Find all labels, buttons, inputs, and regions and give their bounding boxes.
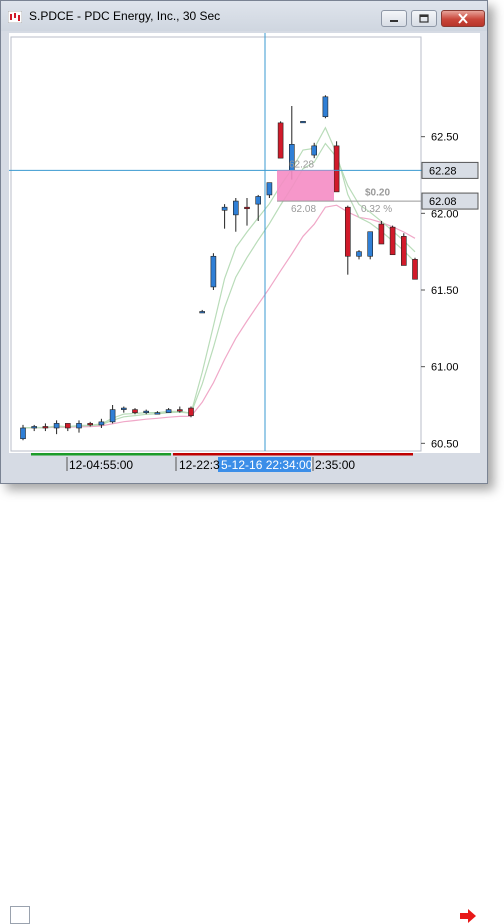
- time-label-2: 12-22:3: [179, 458, 220, 472]
- candle-body[interactable]: [255, 196, 261, 205]
- candle-body[interactable]: [344, 206, 351, 257]
- candle-body[interactable]: [333, 145, 340, 193]
- candle-body[interactable]: [244, 206, 250, 210]
- measure-box[interactable]: [277, 170, 334, 202]
- window-title: S.PDCE - PDC Energy, Inc., 30 Sec: [29, 9, 221, 23]
- time-label-1: 12-04:55:00: [69, 458, 133, 472]
- minimize-button[interactable]: [381, 10, 407, 27]
- chart-plot-area[interactable]: 62.50 62.00 61.50 61.00 60.50 62.28 62.08 $0.20…: [9, 33, 480, 479]
- candle-body[interactable]: [210, 255, 217, 288]
- close-icon: [458, 13, 468, 24]
- candle-body[interactable]: [121, 407, 127, 410]
- candle-body[interactable]: [165, 409, 172, 413]
- price-chart[interactable]: 62.50 62.00 61.50 61.00 60.50 62.28 62.08 $0.20…: [9, 33, 480, 453]
- candle-body[interactable]: [300, 121, 306, 124]
- y-tick-label: 62.00: [431, 208, 459, 220]
- minimize-icon: [390, 20, 398, 22]
- candle-body[interactable]: [20, 427, 26, 440]
- candle-body[interactable]: [412, 259, 418, 280]
- chart-window: S.PDCE - PDC Energy, Inc., 30 Sec 62.50 6…: [0, 0, 488, 924]
- measure-top-price: 62.28: [289, 159, 314, 170]
- candle-body[interactable]: [177, 409, 183, 412]
- y-tick-label: 61.50: [431, 285, 459, 297]
- plot-frame: [10, 36, 422, 452]
- title-bar[interactable]: S.PDCE - PDC Energy, Inc., 30 Sec: [1, 1, 487, 31]
- candle-body[interactable]: [221, 206, 228, 211]
- close-button[interactable]: [441, 10, 485, 27]
- candle-body[interactable]: [98, 421, 105, 426]
- measure-end-price-flag-label: 62.08: [429, 196, 457, 208]
- candle-body[interactable]: [311, 145, 318, 156]
- y-tick-label: 60.50: [431, 438, 459, 450]
- y-tick-label: 62.50: [431, 132, 459, 144]
- candle-body[interactable]: [356, 251, 362, 257]
- candle-body[interactable]: [378, 223, 385, 245]
- candle-body[interactable]: [389, 226, 396, 256]
- time-label-4: 2:35:00: [315, 458, 355, 472]
- candle-body[interactable]: [233, 200, 239, 216]
- candle-body[interactable]: [266, 182, 273, 196]
- chart-app-icon: [8, 11, 22, 23]
- candle-body[interactable]: [31, 426, 38, 429]
- candle-body[interactable]: [109, 409, 116, 423]
- candle-body[interactable]: [199, 311, 205, 314]
- candle-body[interactable]: [400, 236, 407, 266]
- candle-body[interactable]: [42, 426, 49, 429]
- measure-bottom-price: 62.08: [291, 204, 316, 215]
- maximize-button[interactable]: [411, 10, 437, 27]
- scroll-right-arrow-icon[interactable]: [458, 908, 478, 924]
- time-axis-strip: 12-04:55:00 12-22:3 5-12-16 22:34:00 2:3…: [1, 453, 487, 924]
- candle-body[interactable]: [53, 423, 60, 429]
- y-tick-label: 61.00: [431, 362, 459, 374]
- measure-change: $0.20: [365, 187, 390, 198]
- maximize-icon: [419, 14, 429, 23]
- crosshair-price-flag-label: 62.28: [429, 165, 457, 177]
- measure-percent: 0.32 %: [361, 204, 392, 215]
- candle-body[interactable]: [87, 423, 93, 426]
- crosshair-time-label: 5-12-16 22:34:00: [221, 458, 313, 472]
- candle-body[interactable]: [143, 410, 149, 413]
- corner-box[interactable]: [10, 906, 30, 924]
- candle-body[interactable]: [132, 409, 138, 413]
- candle-body[interactable]: [76, 423, 82, 429]
- candle-body[interactable]: [154, 412, 161, 415]
- candle-body[interactable]: [188, 407, 194, 417]
- candle-body[interactable]: [64, 423, 71, 429]
- candle-body[interactable]: [367, 231, 374, 257]
- candle-body[interactable]: [322, 96, 329, 118]
- candle-body[interactable]: [277, 122, 284, 159]
